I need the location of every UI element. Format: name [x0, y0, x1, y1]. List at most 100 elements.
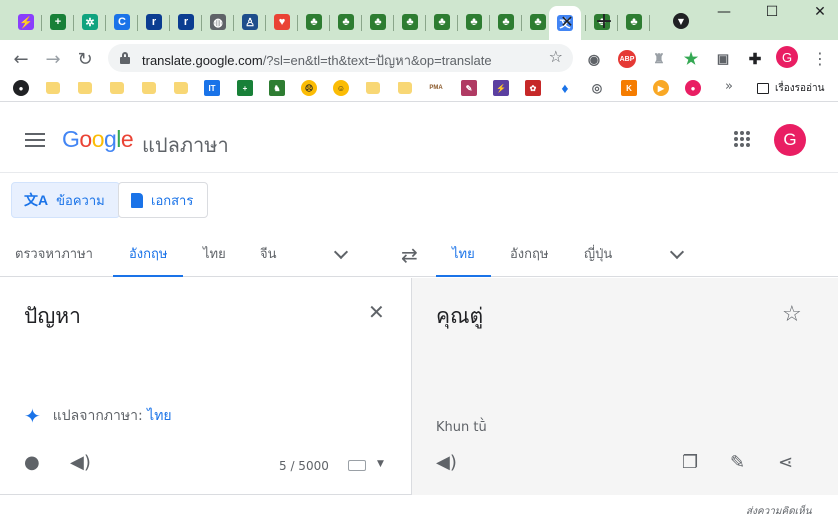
browser-tab[interactable]: r — [170, 8, 202, 36]
keyboard-menu-chevron-icon[interactable]: ▼ — [377, 459, 384, 469]
detected-label: แปลจากภาษา: — [52, 408, 143, 424]
browser-tab[interactable]: C — [106, 8, 138, 36]
send-feedback-link[interactable]: ส่งความคิดเห็น — [746, 504, 812, 519]
clear-source-icon[interactable]: ✕ — [368, 300, 385, 324]
browser-tab[interactable]: ♥ — [266, 8, 298, 36]
panda-bookmark-icon[interactable]: ● — [685, 80, 701, 96]
browser-tab[interactable]: ♣ — [298, 8, 330, 36]
source-lang-thai[interactable]: ไทย — [203, 229, 226, 277]
toyota-bookmark-icon[interactable]: ◎ — [589, 80, 605, 96]
reading-list-button[interactable]: เรื่องรออ่าน — [757, 81, 825, 96]
reading-list-icon — [757, 83, 769, 94]
bolt-bookmark-icon[interactable]: ⚡ — [493, 80, 509, 96]
browser-tab[interactable]: ♣ — [618, 8, 650, 36]
target-lang-japanese[interactable]: ญี่ปุ่น — [584, 229, 612, 277]
k-bookmark-icon[interactable]: K — [621, 80, 637, 96]
tab-search-icon[interactable]: ▼ — [673, 13, 689, 29]
green-star-extension-icon[interactable]: ★ — [682, 50, 700, 68]
translation-output: คุณตู่ — [436, 304, 484, 328]
google-sheets-plus-icon: + — [50, 14, 66, 30]
save-translation-star-icon[interactable]: ☆ — [782, 302, 802, 327]
bottle-extension-icon[interactable]: ♜ — [650, 50, 668, 68]
github-bookmark-icon[interactable]: ● — [13, 80, 29, 96]
it-bookmark-icon[interactable]: IT — [204, 80, 220, 96]
emoji-bookmark-icon[interactable]: ☹ — [301, 80, 317, 96]
back-icon[interactable]: ← — [10, 48, 32, 70]
source-lang-more-chevron-icon[interactable] — [333, 244, 349, 260]
bookmark-folder-icon[interactable] — [110, 82, 124, 94]
emoji-bookmark-icon[interactable]: ☺ — [333, 80, 349, 96]
play-bookmark-icon[interactable]: ▶ — [653, 80, 669, 96]
forward-icon[interactable]: → — [42, 48, 64, 70]
browser-tab[interactable]: ♣ — [330, 8, 362, 36]
detected-language[interactable]: ✦ แปลจากภาษา: ไทย — [24, 404, 172, 428]
copy-translation-icon[interactable]: ❐ — [682, 452, 698, 473]
pen-bookmark-icon[interactable]: ✎ — [461, 80, 477, 96]
google-apps-icon[interactable] — [734, 131, 750, 147]
new-tab-button[interactable]: + — [593, 9, 615, 34]
bookmark-folder-icon[interactable] — [78, 82, 92, 94]
bookmark-folder-icon[interactable] — [46, 82, 60, 94]
bookmark-folder-icon[interactable] — [142, 82, 156, 94]
source-lang-chinese[interactable]: จีน — [260, 229, 277, 277]
browser-tab[interactable]: ♣ — [394, 8, 426, 36]
browser-tab[interactable]: ⚡ — [10, 8, 42, 36]
menu-kebab-icon[interactable]: ⋮ — [812, 49, 828, 68]
gift-bookmark-icon[interactable]: ✿ — [525, 80, 541, 96]
adblock-plus-icon[interactable]: ABP — [618, 50, 636, 68]
green-app-icon: ♣ — [626, 14, 642, 30]
main-menu-icon[interactable] — [25, 133, 45, 147]
pma-bookmark-icon[interactable]: PMA — [428, 80, 444, 96]
browser-tab[interactable]: ♣ — [490, 8, 522, 36]
source-lang-detect[interactable]: ตรวจหาภาษา — [15, 229, 93, 277]
target-lang-more-chevron-icon[interactable] — [669, 244, 685, 260]
chess-bookmark-icon[interactable]: ♞ — [269, 80, 285, 96]
browser-tab[interactable]: ◍ — [202, 8, 234, 36]
browser-tab[interactable]: ♣ — [426, 8, 458, 36]
sparkle-icon: ✦ — [24, 404, 41, 428]
url-text: translate.google.com/?sl=en&tl=th&text=ป… — [142, 53, 492, 68]
flame-bookmark-icon[interactable]: ♦ — [557, 80, 573, 96]
browser-tab[interactable]: + — [42, 8, 74, 36]
share-translation-icon[interactable]: ⋖ — [778, 452, 793, 473]
browser-tab[interactable]: r — [138, 8, 170, 36]
bookmark-folder-icon[interactable] — [174, 82, 188, 94]
keyboard-icon[interactable] — [348, 460, 366, 471]
browser-tab[interactable]: ✲ — [74, 8, 106, 36]
listen-source-icon[interactable]: ◀) — [70, 452, 91, 473]
account-avatar[interactable]: G — [774, 124, 806, 156]
microphone-icon[interactable]: ● — [24, 452, 40, 473]
minimize-button[interactable]: — — [712, 2, 736, 22]
browser-tab[interactable]: ♣ — [458, 8, 490, 36]
swap-languages-icon[interactable]: ⇄ — [401, 243, 418, 267]
source-lang-english[interactable]: อังกฤษ — [113, 229, 184, 277]
mode-selector: 文A ข้อความ เอกสาร — [0, 173, 838, 229]
bookmark-folder-icon[interactable] — [398, 82, 412, 94]
text-mode-button[interactable]: 文A ข้อความ — [11, 182, 120, 218]
source-text-input[interactable]: ปัญหา — [24, 300, 81, 333]
browser-tab[interactable]: ♙ — [234, 8, 266, 36]
detected-lang-value: ไทย — [147, 408, 172, 424]
listen-translation-icon[interactable]: ◀) — [436, 452, 457, 473]
address-bar[interactable]: translate.google.com/?sl=en&tl=th&text=ป… — [108, 44, 573, 72]
browser-tab[interactable]: ♣ — [362, 8, 394, 36]
maximize-button[interactable]: ☐ — [760, 2, 784, 22]
target-lang-english[interactable]: อังกฤษ — [510, 229, 548, 277]
reload-icon[interactable]: ↻ — [74, 48, 96, 70]
documents-mode-button[interactable]: เอกสาร — [118, 182, 209, 218]
bookmarks-overflow-icon[interactable]: » — [725, 79, 733, 94]
green-app-icon: ♣ — [338, 14, 354, 30]
close-window-button[interactable]: ✕ — [808, 2, 832, 22]
bookmark-folder-icon[interactable] — [366, 82, 380, 94]
target-lang-thai[interactable]: ไทย — [436, 229, 491, 277]
bookmark-star-icon[interactable]: ☆ — [549, 47, 563, 66]
extensions-puzzle-icon[interactable]: ✚ — [746, 50, 764, 68]
close-tab-icon[interactable]: ✕ — [557, 11, 577, 31]
edit-translation-icon[interactable]: ✎ — [730, 452, 745, 473]
google-logo[interactable]: Google — [62, 126, 134, 153]
profile-avatar[interactable]: G — [776, 46, 798, 68]
sheets-bookmark-icon[interactable]: + — [237, 80, 253, 96]
camera-extension-icon[interactable]: ◉ — [585, 50, 603, 68]
target-panel: คุณตู่ ☆ Khun tū̀ ◀) ❐ ✎ ⋖ — [411, 278, 838, 495]
screen-extension-icon[interactable]: ▣ — [714, 50, 732, 68]
